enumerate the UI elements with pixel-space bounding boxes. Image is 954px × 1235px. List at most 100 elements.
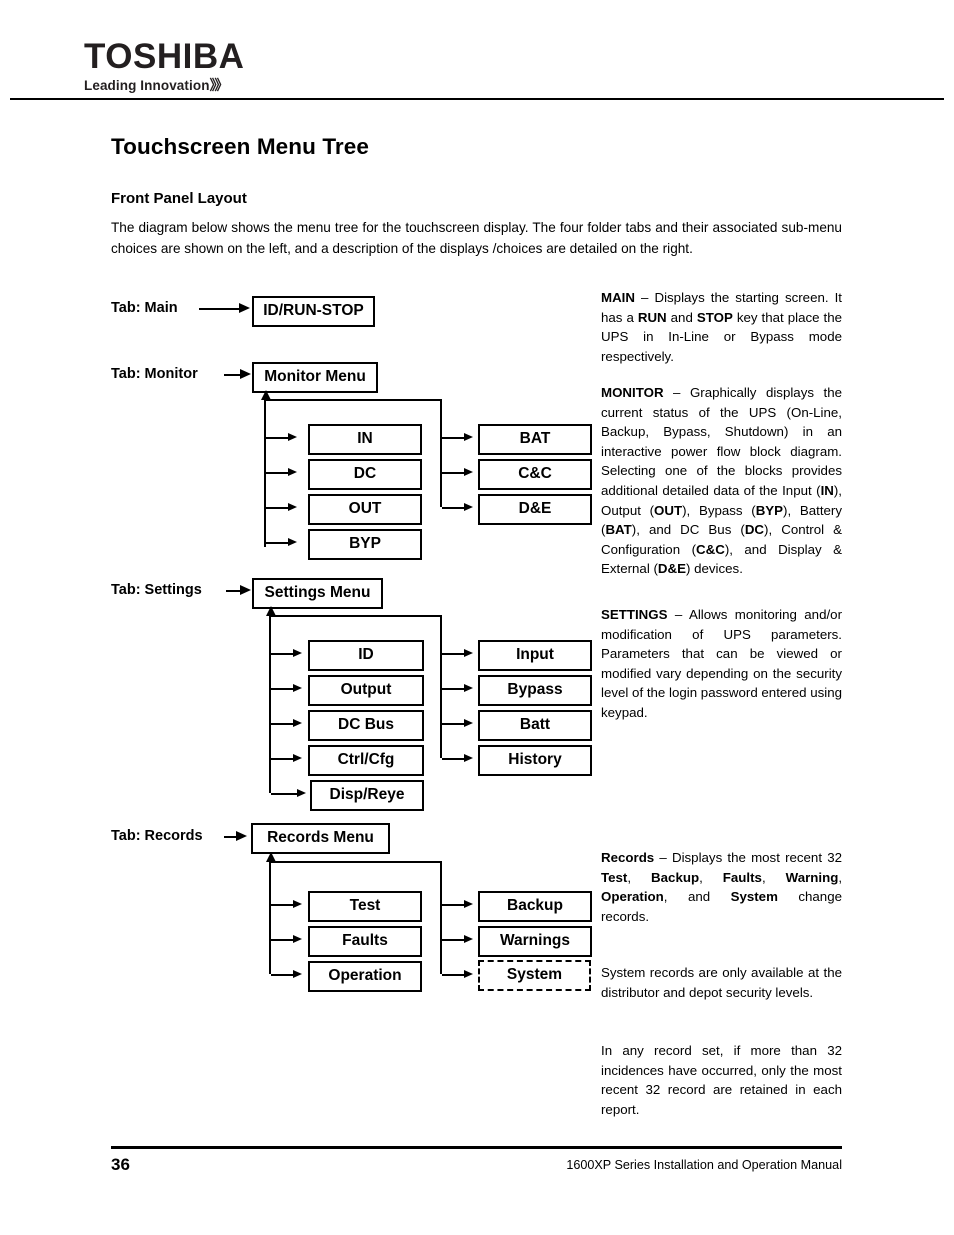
records-text-6: , and — [663, 889, 731, 905]
node-ctrl-cfg[interactable]: Ctrl/Cfg — [308, 745, 424, 776]
arrowhead-warnings — [464, 935, 473, 943]
node-cc[interactable]: C&C — [478, 459, 592, 490]
stub-operation — [271, 974, 295, 976]
monitor-right-trunk — [440, 399, 443, 507]
description-retention-note: In any record set, if more than 32 incid… — [601, 1043, 842, 1117]
node-history[interactable]: History — [478, 745, 592, 776]
arrowhead-ctrl-cfg — [293, 754, 302, 762]
tab-label-records: Tab: Records — [111, 828, 203, 844]
main-text-2: and — [666, 309, 697, 325]
term-warning: Warning — [785, 869, 839, 885]
stub-out — [266, 507, 290, 509]
description-system-note: System records are only available at the… — [601, 965, 842, 1000]
arrowhead-id — [293, 649, 302, 657]
arrowhead-test — [293, 900, 302, 908]
description-settings: SETTINGS – Allows monitoring and/or modi… — [601, 605, 842, 723]
footer-divider — [111, 1146, 842, 1149]
settings-text: – Allows monitoring and/or modification … — [601, 607, 842, 720]
arrowhead-history — [464, 754, 473, 762]
term-stop: STOP — [696, 309, 733, 325]
records-text-3: , — [699, 869, 723, 885]
stub-system — [442, 974, 466, 976]
stub-bypass — [442, 688, 466, 690]
node-backup[interactable]: Backup — [478, 891, 592, 922]
node-bat[interactable]: BAT — [478, 424, 592, 455]
term-byp: BYP — [755, 502, 784, 518]
node-settings-menu[interactable]: Settings Menu — [252, 578, 383, 609]
node-faults[interactable]: Faults — [308, 926, 422, 957]
node-dc-bus[interactable]: DC Bus — [308, 710, 424, 741]
stub-bat — [442, 437, 466, 439]
monitor-text-8: ) devices. — [685, 561, 743, 577]
settings-right-trunk — [440, 615, 443, 758]
term-de: D&E — [657, 561, 686, 577]
settings-left-trunk — [269, 615, 272, 793]
arrowhead-system — [464, 970, 473, 978]
term-faults: Faults — [722, 869, 762, 885]
stub-in — [266, 437, 290, 439]
arrowhead-de — [464, 503, 473, 511]
stub-cc — [442, 472, 466, 474]
node-records-menu[interactable]: Records Menu — [251, 823, 390, 854]
records-text-2: , — [627, 869, 652, 885]
node-in[interactable]: IN — [308, 424, 422, 455]
term-out: OUT — [654, 502, 683, 518]
records-text-4: , — [761, 869, 786, 885]
stub-history — [442, 758, 466, 760]
term-bat: BAT — [605, 522, 632, 538]
node-warnings[interactable]: Warnings — [478, 926, 592, 957]
node-id-run-stop[interactable]: ID/RUN-STOP — [252, 296, 375, 327]
node-input[interactable]: Input — [478, 640, 592, 671]
node-batt[interactable]: Batt — [478, 710, 592, 741]
node-dc[interactable]: DC — [308, 459, 422, 490]
description-monitor: MONITOR – Graphically displays the curre… — [601, 383, 842, 579]
term-settings: SETTINGS — [601, 607, 668, 622]
description-records: Records – Displays the most recent 32 Te… — [601, 848, 842, 926]
node-bypass[interactable]: Bypass — [478, 675, 592, 706]
node-test[interactable]: Test — [308, 891, 422, 922]
term-operation: Operation — [601, 889, 664, 905]
node-monitor-menu[interactable]: Monitor Menu — [252, 362, 378, 393]
term-cc: C&C — [696, 541, 725, 557]
stub-batt — [442, 723, 466, 725]
arrowhead-batt — [464, 719, 473, 727]
node-byp[interactable]: BYP — [308, 529, 422, 560]
term-main: MAIN — [601, 290, 635, 305]
arrowhead-disp-reye — [297, 789, 306, 797]
stub-faults — [271, 939, 295, 941]
arrowhead-records — [236, 831, 247, 841]
stub-dc — [266, 472, 290, 474]
arrowhead-cc — [464, 468, 473, 476]
arrowhead-input — [464, 649, 473, 657]
node-operation[interactable]: Operation — [308, 961, 422, 992]
monitor-text-5: ), and DC Bus ( — [631, 522, 745, 538]
node-disp-reye[interactable]: Disp/Reye — [310, 780, 424, 811]
stub-input — [442, 653, 466, 655]
page-number: 36 — [111, 1155, 130, 1174]
arrowhead-backup — [464, 900, 473, 908]
node-out[interactable]: OUT — [308, 494, 422, 525]
menu-tree-diagram: Tab: Main ID/RUN-STOP Tab: Monitor Monit… — [0, 0, 600, 1010]
term-run: RUN — [637, 309, 667, 325]
node-de[interactable]: D&E — [478, 494, 592, 525]
arrowhead-bypass — [464, 684, 473, 692]
arrowhead-settings — [240, 585, 251, 595]
stub-disp-reye — [271, 793, 299, 795]
records-right-trunk — [440, 861, 443, 974]
stub-output — [271, 688, 295, 690]
monitor-top-bus — [264, 399, 442, 402]
term-in: IN — [820, 482, 834, 498]
records-left-trunk — [269, 861, 272, 974]
arrowhead-faults — [293, 935, 302, 943]
node-system[interactable]: System — [478, 960, 591, 991]
term-backup: Backup — [651, 869, 700, 885]
node-id[interactable]: ID — [308, 640, 424, 671]
connector-main — [199, 308, 243, 311]
records-text-5: , — [838, 869, 843, 885]
term-system: System — [730, 889, 778, 905]
arrowhead-byp — [288, 538, 297, 546]
stub-id — [271, 653, 295, 655]
stub-de — [442, 507, 466, 509]
node-output[interactable]: Output — [308, 675, 424, 706]
tab-label-main: Tab: Main — [111, 300, 178, 316]
